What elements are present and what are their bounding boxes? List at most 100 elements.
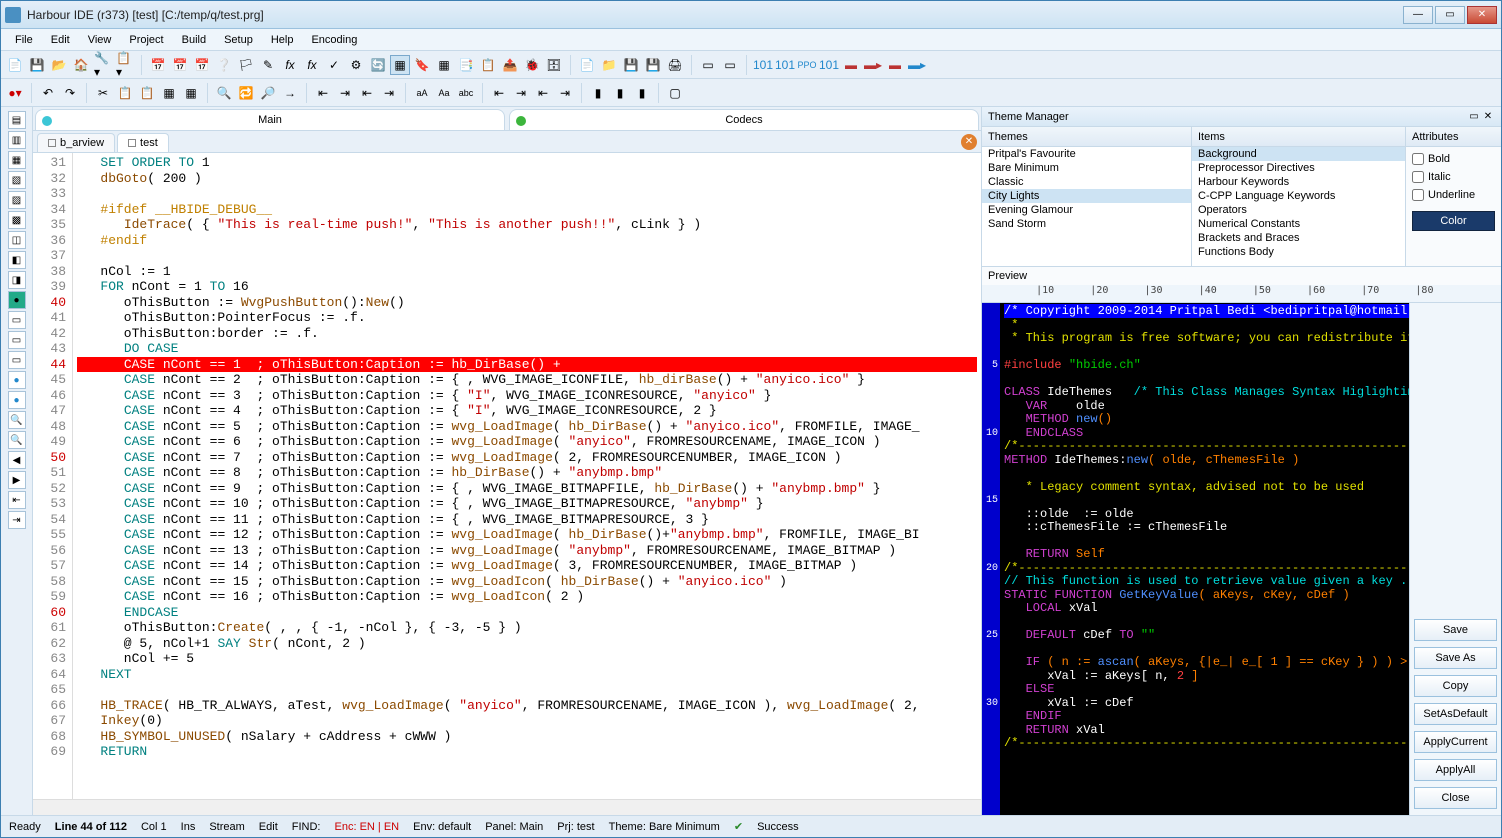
g-icon[interactable]: 🔍 [8, 431, 26, 449]
table-icon[interactable]: ▦ [434, 55, 454, 75]
mark2-icon[interactable]: ▮ [610, 83, 630, 103]
file-tab-barview[interactable]: b_arview [37, 133, 115, 152]
underline-checkbox[interactable]: Underline [1412, 189, 1495, 201]
copy-icon[interactable]: 📋 [478, 55, 498, 75]
goto-icon[interactable]: → [280, 83, 300, 103]
indent4-icon[interactable]: ⇥ [379, 83, 399, 103]
bin2-icon[interactable]: 101 [775, 55, 795, 75]
open-icon[interactable]: 📂 [49, 55, 69, 75]
help-icon[interactable]: ❔ [214, 55, 234, 75]
indent-icon[interactable]: ⇥ [511, 83, 531, 103]
cal-icon[interactable]: 📅 [148, 55, 168, 75]
bold-checkbox[interactable]: Bold [1412, 153, 1495, 165]
g-icon[interactable]: ▧ [8, 171, 26, 189]
g-icon[interactable]: ⇥ [8, 511, 26, 529]
syntaxitem[interactable]: Numerical Constants [1192, 217, 1405, 231]
mark1-icon[interactable]: ▮ [588, 83, 608, 103]
panel-undock-icon[interactable]: ▭ [1467, 110, 1481, 124]
file-tab-test[interactable]: test [117, 133, 169, 152]
form-icon[interactable]: ▭ [698, 55, 718, 75]
menu-view[interactable]: View [80, 32, 120, 48]
maximize-button[interactable]: ▭ [1435, 6, 1465, 24]
theme-item[interactable]: Classic [982, 175, 1191, 189]
syntaxitem[interactable]: Background [1192, 147, 1405, 161]
g-icon[interactable]: ◧ [8, 251, 26, 269]
panel-tab-main[interactable]: Main [35, 109, 505, 130]
flag-icon[interactable]: 🏳 [236, 55, 256, 75]
g-icon[interactable]: ▭ [8, 331, 26, 349]
themes-list[interactable]: Pritpal's FavouriteBare MinimumClassicCi… [982, 147, 1191, 266]
sel-icon[interactable]: ▦ [159, 83, 179, 103]
ppo-icon[interactable]: PPO [797, 55, 817, 75]
g-icon[interactable]: ◫ [8, 231, 26, 249]
brick2-icon[interactable]: ▬▸ [863, 55, 883, 75]
copy2-icon[interactable]: 📋 [115, 83, 135, 103]
edit-icon[interactable]: ✎ [258, 55, 278, 75]
sel2-icon[interactable]: ▦ [181, 83, 201, 103]
paste-icon[interactable]: 📋 [137, 83, 157, 103]
find-icon[interactable]: 🔍 [214, 83, 234, 103]
new-icon[interactable]: 📄 [5, 55, 25, 75]
theme-item[interactable]: Bare Minimum [982, 161, 1191, 175]
record-icon[interactable]: ●▾ [5, 83, 25, 103]
disks-icon[interactable]: 💾 [643, 55, 663, 75]
color-button[interactable]: Color [1412, 211, 1495, 231]
casedn-icon[interactable]: Aa [434, 83, 454, 103]
menu-project[interactable]: Project [121, 32, 171, 48]
indent3-icon[interactable]: ⇤ [357, 83, 377, 103]
cal2-icon[interactable]: 📅 [170, 55, 190, 75]
blank-icon[interactable]: ▢ [665, 83, 685, 103]
setdefault-button[interactable]: SetAsDefault [1414, 703, 1497, 725]
applycurrent-button[interactable]: ApplyCurrent [1414, 731, 1497, 753]
menu-edit[interactable]: Edit [43, 32, 78, 48]
check-icon[interactable]: ✓ [324, 55, 344, 75]
folder-icon[interactable]: 📁 [599, 55, 619, 75]
bug-icon[interactable]: 🐞 [522, 55, 542, 75]
g-icon[interactable]: ▩ [8, 211, 26, 229]
italic-checkbox[interactable]: Italic [1412, 171, 1495, 183]
replace-icon[interactable]: 🔁 [236, 83, 256, 103]
grid-icon[interactable]: ▦ [390, 55, 410, 75]
disk-icon[interactable]: 💾 [621, 55, 641, 75]
minimize-button[interactable]: — [1403, 6, 1433, 24]
g-icon[interactable]: ▭ [8, 351, 26, 369]
g-icon[interactable]: ● [8, 371, 26, 389]
tag-icon[interactable]: 🔖 [412, 55, 432, 75]
g-icon[interactable]: ⇤ [8, 491, 26, 509]
brick4-icon[interactable]: ▬▸ [907, 55, 927, 75]
g-icon[interactable]: ▶ [8, 471, 26, 489]
code-editor[interactable]: 31 32 33 34 35 36 37 38 39 40 41 42 43 4… [33, 153, 981, 799]
g-icon[interactable]: ◨ [8, 271, 26, 289]
syntaxitem[interactable]: Operators [1192, 203, 1405, 217]
mark3-icon[interactable]: ▮ [632, 83, 652, 103]
save-button[interactable]: Save [1414, 619, 1497, 641]
fx-icon[interactable]: fx [280, 55, 300, 75]
doc-icon[interactable]: 📋▾ [115, 55, 135, 75]
syntaxitem[interactable]: Harbour Keywords [1192, 175, 1405, 189]
theme-item[interactable]: Pritpal's Favourite [982, 147, 1191, 161]
home-icon[interactable]: 🏠 [71, 55, 91, 75]
theme-item[interactable]: Evening Glamour [982, 203, 1191, 217]
db-icon[interactable]: 🗄 [544, 55, 564, 75]
menu-encoding[interactable]: Encoding [303, 32, 365, 48]
redo-icon[interactable]: ↷ [60, 83, 80, 103]
brick1-icon[interactable]: ▬ [841, 55, 861, 75]
outdent-icon[interactable]: ⇤ [489, 83, 509, 103]
indent1-icon[interactable]: ⇤ [313, 83, 333, 103]
outdent2-icon[interactable]: ⇤ [533, 83, 553, 103]
spell-icon[interactable]: abc [456, 83, 476, 103]
page-icon[interactable]: 📄 [577, 55, 597, 75]
files-icon[interactable]: 📑 [456, 55, 476, 75]
theme-item[interactable]: City Lights [982, 189, 1191, 203]
syntaxitem[interactable]: Functions Body [1192, 245, 1405, 259]
theme-item[interactable]: Sand Storm [982, 217, 1191, 231]
syntaxitem[interactable]: C-CPP Language Keywords [1192, 189, 1405, 203]
indent2-icon[interactable]: ⇥ [335, 83, 355, 103]
refresh-icon[interactable]: 🔄 [368, 55, 388, 75]
export-icon[interactable]: 📤 [500, 55, 520, 75]
panel-close-icon[interactable]: ✕ [1481, 110, 1495, 124]
g-icon[interactable]: ◀ [8, 451, 26, 469]
copy-button[interactable]: Copy [1414, 675, 1497, 697]
syntaxitem[interactable]: Brackets and Braces [1192, 231, 1405, 245]
close-button[interactable]: ✕ [1467, 6, 1497, 24]
